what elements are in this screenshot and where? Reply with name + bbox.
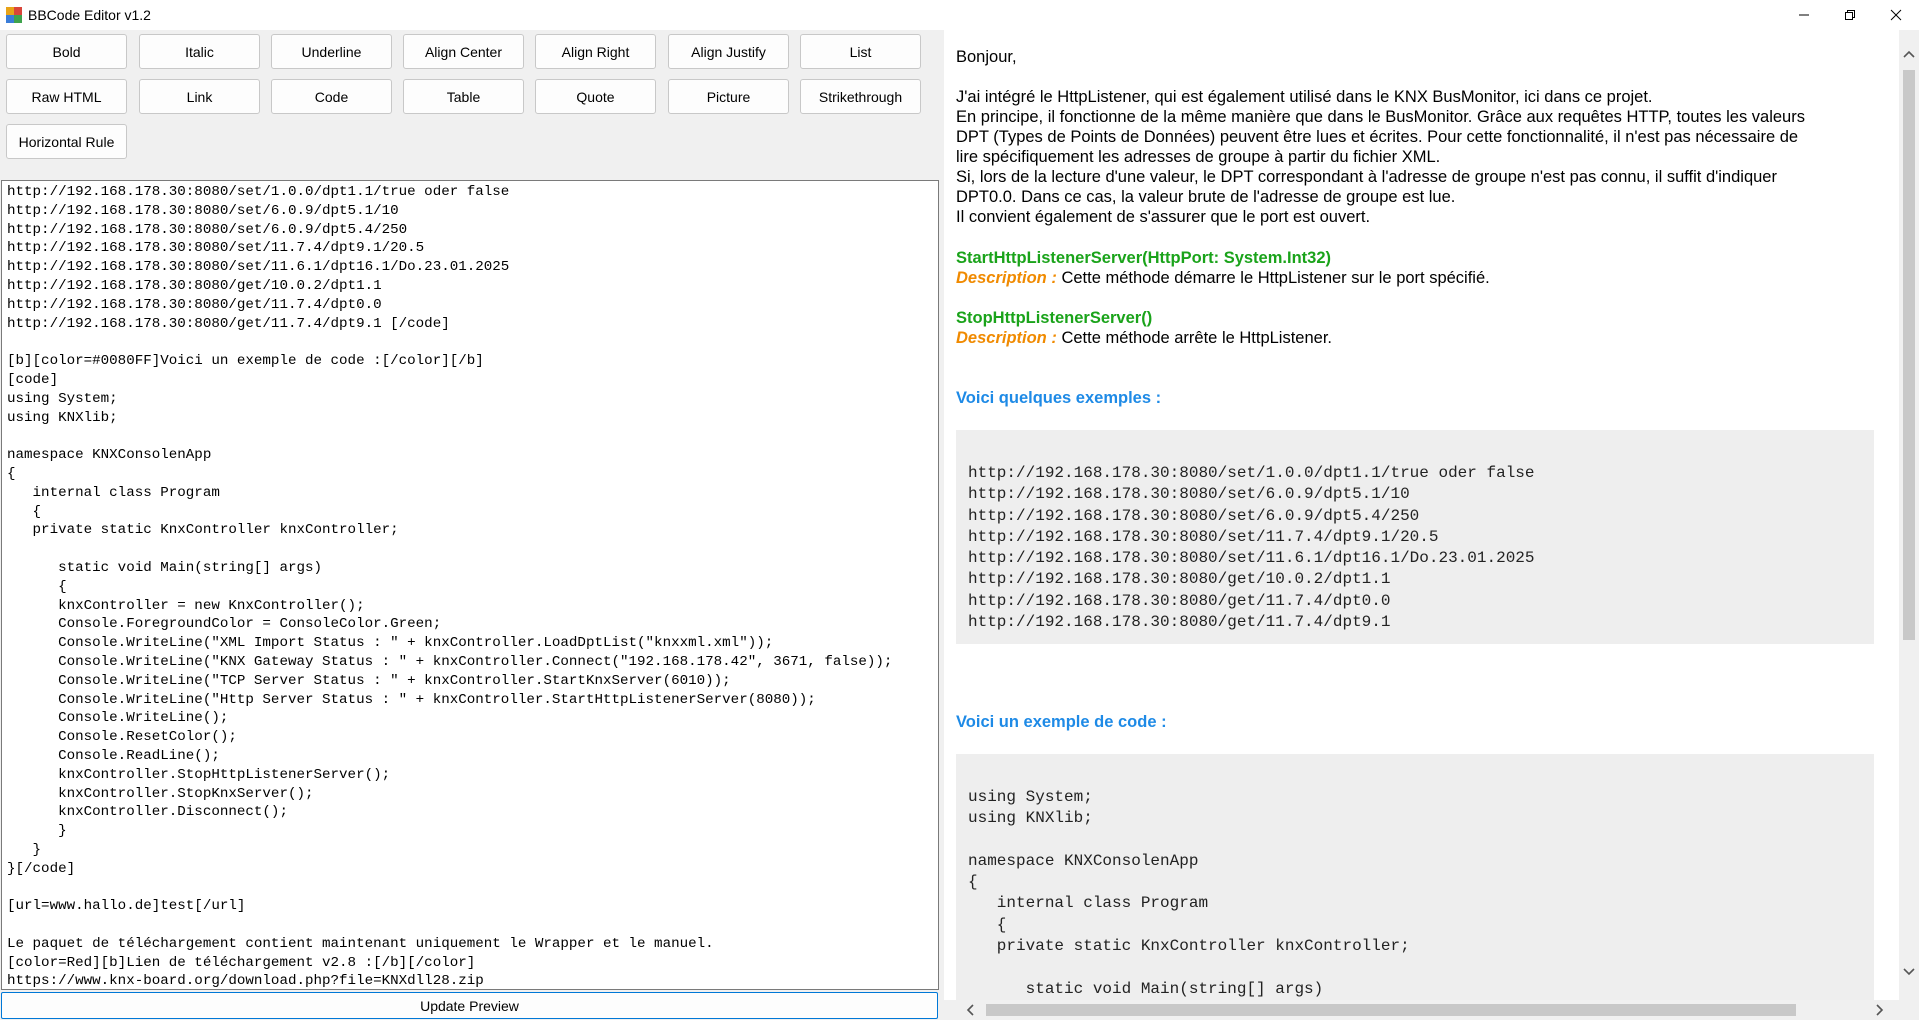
examples-code-block: http://192.168.178.30:8080/set/1.0.0/dpt… xyxy=(956,430,1874,644)
description-text: Cette méthode démarre le HttpListener su… xyxy=(1056,269,1490,287)
horizontal-scroll-thumb[interactable] xyxy=(986,1004,1796,1016)
quote-button[interactable]: Quote xyxy=(535,79,656,114)
table-button[interactable]: Table xyxy=(403,79,524,114)
preview-paragraph: J'ai intégré le HttpListener, qui est ég… xyxy=(956,88,1805,226)
picture-button[interactable]: Picture xyxy=(668,79,789,114)
restore-icon xyxy=(1845,10,1855,20)
horizontal-rule-button[interactable]: Horizontal Rule xyxy=(6,124,127,159)
window-title: BBCode Editor v1.2 xyxy=(28,7,151,23)
code-example-heading: Voici un exemple de code : xyxy=(956,713,1167,731)
restore-button[interactable] xyxy=(1827,0,1873,30)
code-sample-block: using System; using KNXlib; namespace KN… xyxy=(956,754,1874,1000)
formatting-toolbar: Bold Italic Underline Align Center Align… xyxy=(0,30,940,178)
align-right-button[interactable]: Align Right xyxy=(535,34,656,69)
update-preview-button[interactable]: Update Preview xyxy=(1,992,938,1019)
list-button[interactable]: List xyxy=(800,34,921,69)
raw-html-button[interactable]: Raw HTML xyxy=(6,79,127,114)
scrollbar-corner xyxy=(1899,1000,1919,1020)
italic-button[interactable]: Italic xyxy=(139,34,260,69)
close-icon xyxy=(1890,9,1902,21)
description-label: Description : xyxy=(956,329,1057,347)
code-button[interactable]: Code xyxy=(271,79,392,114)
chevron-down-icon[interactable] xyxy=(1899,962,1919,982)
window-controls xyxy=(1781,0,1919,30)
description-label: Description : xyxy=(956,269,1057,287)
vertical-scroll-thumb[interactable] xyxy=(1903,70,1915,640)
method-name: StartHttpListenerServer(HttpPort: System… xyxy=(956,249,1331,267)
examples-heading: Voici quelques exemples : xyxy=(956,389,1162,407)
method-stop-http: StopHttpListenerServer() Description : C… xyxy=(956,308,1332,348)
link-button[interactable]: Link xyxy=(139,79,260,114)
method-start-http: StartHttpListenerServer(HttpPort: System… xyxy=(956,248,1490,288)
title-bar: BBCode Editor v1.2 xyxy=(0,0,1919,30)
method-name: StopHttpListenerServer() xyxy=(956,309,1153,327)
app-icon xyxy=(6,7,22,23)
examples-code: http://192.168.178.30:8080/set/1.0.0/dpt… xyxy=(968,464,1535,632)
minimize-icon xyxy=(1799,14,1809,16)
preview-greeting: Bonjour, xyxy=(956,48,1017,66)
chevron-left-icon[interactable] xyxy=(960,1000,980,1020)
strikethrough-button[interactable]: Strikethrough xyxy=(800,79,921,114)
bold-button[interactable]: Bold xyxy=(6,34,127,69)
align-justify-button[interactable]: Align Justify xyxy=(668,34,789,69)
chevron-right-icon[interactable] xyxy=(1870,1000,1890,1020)
chevron-up-icon[interactable] xyxy=(1899,44,1919,64)
html-preview: Bonjour, J'ai intégré le HttpListener, q… xyxy=(944,30,1899,1000)
code-sample: using System; using KNXlib; namespace KN… xyxy=(968,788,1410,998)
editor-content[interactable]: http://192.168.178.30:8080/set/1.0.0/dpt… xyxy=(2,181,938,989)
align-center-button[interactable]: Align Center xyxy=(403,34,524,69)
description-text: Cette méthode arrête le HttpListener. xyxy=(1056,329,1333,347)
close-button[interactable] xyxy=(1873,0,1919,30)
minimize-button[interactable] xyxy=(1781,0,1827,30)
preview-vertical-scrollbar[interactable] xyxy=(1899,30,1919,1000)
underline-button[interactable]: Underline xyxy=(271,34,392,69)
bbcode-editor[interactable]: http://192.168.178.30:8080/set/1.0.0/dpt… xyxy=(1,180,939,990)
preview-horizontal-scrollbar[interactable] xyxy=(944,1000,1899,1020)
